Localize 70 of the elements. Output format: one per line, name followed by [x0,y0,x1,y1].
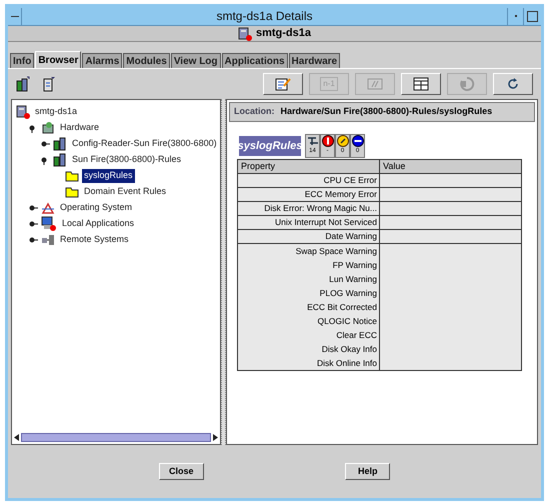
module-icon [53,153,67,167]
table-cell: Disk Okay Info [238,342,380,356]
table-cell: CPU CE Error [238,174,380,187]
table-cell: Swap Space Warning [238,244,380,258]
hardware-icon [41,121,55,135]
tab[interactable]: Alarms [82,53,122,68]
collapsed-handle-icon[interactable] [28,235,38,245]
dialog-button[interactable]: Close [158,463,204,480]
table-cell: FP Warning [238,258,380,272]
horizontal-scrollbar[interactable] [12,432,220,443]
tree-item[interactable]: syslogRules [82,169,135,183]
column-header[interactable]: Property [238,160,380,173]
collapsed-handle-icon[interactable] [40,139,50,149]
table-cell: Disk Error: Wrong Magic Nu... [238,202,380,215]
tab[interactable]: Modules [123,53,170,68]
collapsed-handle-icon[interactable] [28,203,38,213]
edit-button[interactable] [263,73,303,95]
maximize-button[interactable] [523,8,541,24]
os-icon [41,201,55,215]
module-icon [53,137,67,151]
dialog-button[interactable]: Help [345,463,390,480]
server-icon [16,105,30,119]
tab[interactable]: View Log [170,53,221,68]
wrench-icon [306,135,318,147]
object-title: syslogRules [239,136,301,156]
host-name: smtg-ds1a [256,26,312,42]
minor-alarm-icon [336,135,348,147]
down-alarm-icon [352,135,364,147]
table-cell: Lun Warning [238,272,380,286]
table-icon [413,77,429,91]
code-icon [367,78,383,90]
folder-icon [65,170,79,182]
server-icon [238,26,252,40]
tab[interactable]: Browser [35,51,82,68]
location-path: Hardware/Sun Fire(3800-6800)-Rules/syslogRules [280,105,492,118]
table-button[interactable] [401,73,441,95]
table-cell: PLOG Warning [238,286,380,300]
table-cell: Disk Online Info [238,356,380,370]
column-header[interactable]: Value [380,160,521,173]
collapsed-handle-icon[interactable] [28,219,38,229]
tree-item[interactable]: Operating System [58,201,134,215]
tree-item[interactable]: Hardware [58,121,102,135]
edit-icon [275,77,291,91]
sync-icon [459,76,475,92]
table-cell: Clear ECC [238,328,380,342]
refresh-icon [506,77,520,91]
table-cell: ECC Memory Error [238,188,380,201]
tree-item[interactable]: Domain Event Rules [82,185,168,199]
table-cell: Date Warning [238,230,380,243]
refresh-button[interactable] [493,73,533,95]
tree-item[interactable]: Local Applications [60,217,136,231]
window-title: smtg-ds1a Details [215,8,314,25]
network-icon [41,233,55,247]
table-cell: ECC Bit Corrected [238,300,380,314]
critical-alarm-icon [322,135,334,147]
tab[interactable]: Info [10,53,34,68]
window-menu-button[interactable] [8,8,22,24]
folder-icon [65,186,79,198]
applications-icon [41,216,57,232]
grid-view-icon[interactable] [16,76,30,92]
table-cell: Unix Interrupt Not Serviced [238,216,380,229]
table-cell: QLOGIC Notice [238,314,380,328]
tree-item[interactable]: Sun Fire(3800-6800)-Rules [70,153,184,167]
tab[interactable]: Hardware [288,53,340,68]
tree-item[interactable]: smtg-ds1a [33,105,80,119]
tree-item[interactable]: Config-Reader-Sun Fire(3800-6800) [70,137,219,151]
tab[interactable]: Applications [222,53,288,68]
document-filter-icon[interactable] [42,76,56,92]
tree-item[interactable]: Remote Systems [58,233,131,247]
location-label: Location: [234,105,274,118]
